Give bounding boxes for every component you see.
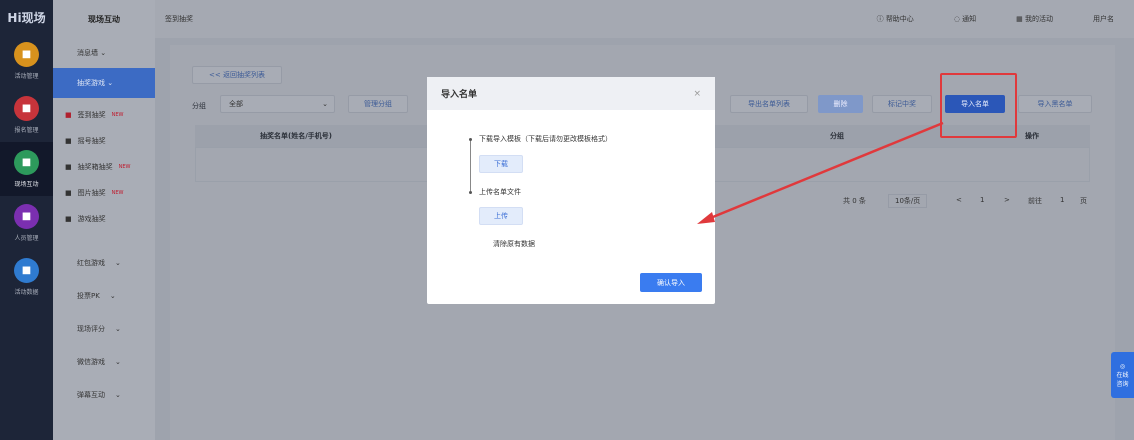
online-consult-button[interactable]: ◎ 在线咨询: [1111, 352, 1134, 398]
consult-label: 在线咨询: [1116, 371, 1129, 388]
arrow-head: [697, 212, 715, 224]
chat-icon: ◎: [1119, 362, 1126, 370]
annotation-arrow: [697, 121, 944, 224]
arrow-shaft: [707, 121, 944, 221]
